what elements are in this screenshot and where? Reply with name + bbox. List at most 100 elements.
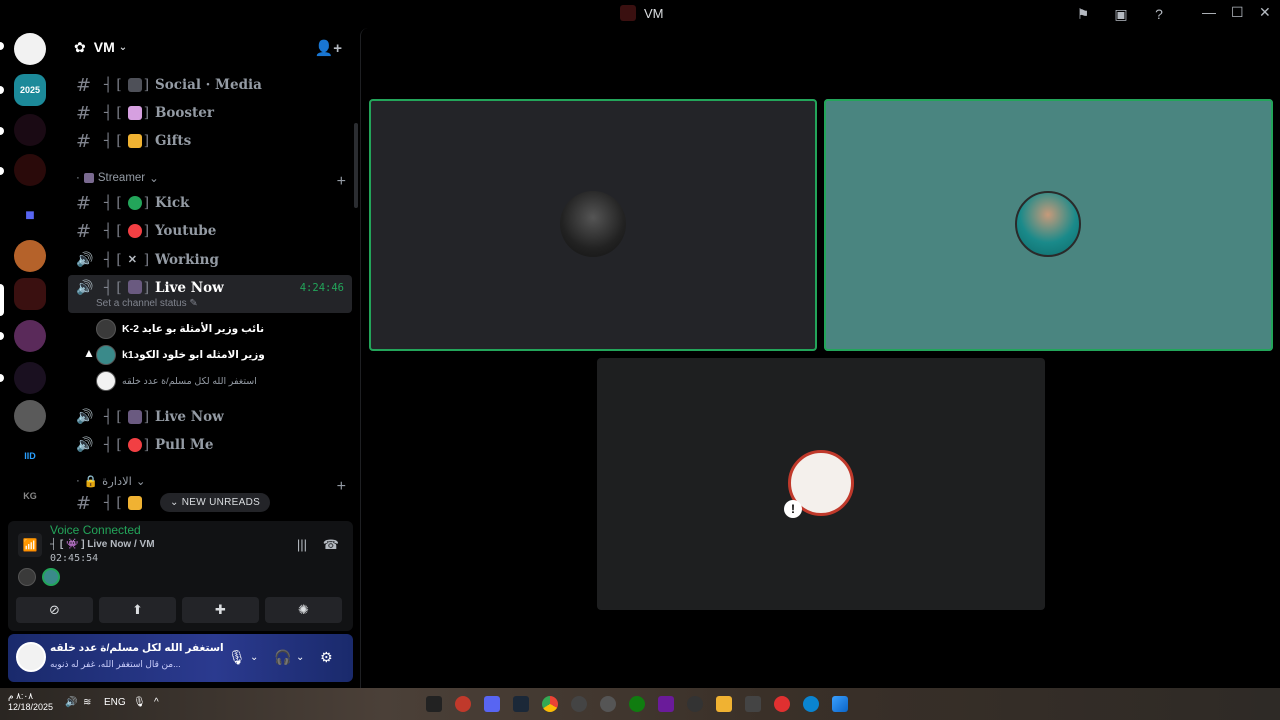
wifi-icon[interactable]: ≋ xyxy=(83,697,91,708)
channel-label: Booster xyxy=(154,105,214,121)
category-streamer[interactable]: · Streamer ⌄ xyxy=(76,171,159,185)
participant-tile[interactable]: ! xyxy=(597,358,1045,610)
minimize-button[interactable]: — xyxy=(1202,4,1216,20)
server-icon-red[interactable] xyxy=(14,154,46,186)
chrome-icon[interactable] xyxy=(542,696,558,712)
clock[interactable]: ٨:٠٨ م 12/18/2025 xyxy=(8,691,53,713)
user-custom-status: من قال استغفر الله، غفر له ذنوبه... xyxy=(50,659,181,669)
channel-pull-me[interactable]: 🔊 ┤ [ ] Pull Me xyxy=(68,432,352,458)
server-icon-blue[interactable]: IID xyxy=(14,440,46,472)
channel-social-media[interactable]: # ┤ [ ] Social · Media xyxy=(68,72,352,98)
edge-icon[interactable] xyxy=(803,696,819,712)
app-icon[interactable] xyxy=(658,696,674,712)
channel-working[interactable]: 🔊 ┤ [ ✕ ] Working xyxy=(68,247,352,273)
avatar[interactable] xyxy=(18,568,36,586)
category-admin[interactable]: · 🔒 الادارة ⌄ xyxy=(76,474,145,488)
server-icon-home[interactable] xyxy=(14,33,46,65)
title-bar: VM ⚑ ▣ ? — ☐ ✕ xyxy=(0,0,1280,28)
channel-decorator: ] xyxy=(143,409,149,425)
clock-time: ٨:٠٨ م xyxy=(8,691,34,701)
server-icon-raw[interactable] xyxy=(14,114,46,146)
epic-games-icon[interactable] xyxy=(426,696,442,712)
create-channel-icon[interactable]: + xyxy=(337,173,346,191)
file-explorer-icon[interactable] xyxy=(716,696,732,712)
soundboard-icon: ✺ xyxy=(298,602,309,617)
camera-off-icon: ⊘ xyxy=(49,602,60,617)
participant-tile[interactable] xyxy=(369,99,817,351)
participant-avatar xyxy=(560,191,626,257)
voice-channel-name[interactable]: ┤ [ 👾 ] Live Now / VM xyxy=(50,539,155,550)
add-member-icon[interactable]: 👤+ xyxy=(315,39,342,57)
disconnect-icon[interactable]: ☎ xyxy=(323,537,339,553)
volume-icon[interactable]: 🔊 xyxy=(65,697,77,708)
voice-user[interactable]: K-2 نائب وزير الأمثلة بو عايد xyxy=(96,318,264,340)
channel-decorator: ┤ [ xyxy=(104,195,122,211)
channel-live-now[interactable]: 🔊 ┤ [ ] Live Now xyxy=(68,404,352,430)
channel-booster[interactable]: # ┤ [ ] Booster xyxy=(68,100,352,126)
channel-kick[interactable]: # ┤ [ ] Kick xyxy=(68,190,352,216)
inbox-icon[interactable]: ▣ xyxy=(1113,6,1129,22)
maximize-button[interactable]: ☐ xyxy=(1231,4,1244,21)
app-icon[interactable] xyxy=(774,696,790,712)
app-logo-icon xyxy=(620,5,636,21)
steam-icon[interactable] xyxy=(513,696,529,712)
chevron-down-icon[interactable]: ⌄ xyxy=(250,652,258,663)
language-indicator[interactable]: ENG xyxy=(104,697,126,708)
soundboard-button[interactable]: ✺ xyxy=(265,597,342,623)
headphones-icon[interactable]: 🎧 xyxy=(274,649,291,666)
flag-icon[interactable]: ⚑ xyxy=(1075,6,1091,22)
camera-off-button[interactable]: ⊘ xyxy=(16,597,93,623)
avatar[interactable] xyxy=(16,642,46,672)
username[interactable]: استغفر الله لكل مسلم/ة عدد خلقه xyxy=(50,642,224,654)
channel-status[interactable]: Set a channel status ✎ xyxy=(96,298,198,309)
scrollbar-thumb[interactable] xyxy=(354,123,358,208)
app-icon[interactable] xyxy=(571,696,587,712)
microphone-icon[interactable]: 🎙 xyxy=(133,697,146,708)
guild-settings-icon: ✿ xyxy=(74,38,86,55)
channel-label: Pull Me xyxy=(154,437,214,453)
server-icon-gray[interactable] xyxy=(14,400,46,432)
settings-icon[interactable] xyxy=(600,696,616,712)
server-icon-vm[interactable] xyxy=(14,278,46,310)
channel-youtube[interactable]: # ┤ [ ] Youtube xyxy=(68,218,352,244)
unread-pill xyxy=(0,167,4,175)
guild-header[interactable]: ✿ VM ⌄ 👤+ xyxy=(60,28,360,66)
new-unreads-button[interactable]: ⌄ NEW UNREADS xyxy=(160,493,271,512)
close-button[interactable]: ✕ xyxy=(1259,4,1271,21)
server-icon-ramh[interactable] xyxy=(14,362,46,394)
search-icon[interactable] xyxy=(687,696,703,712)
channel-live-now-active[interactable]: 🔊 ┤ [ ] Live Now 4:24:46 Set a channel s… xyxy=(68,275,352,313)
server-icon-kg[interactable]: KG xyxy=(14,480,46,512)
settings-gear-icon[interactable]: ⚙ xyxy=(320,649,333,666)
screen-share-button[interactable]: ⬆ xyxy=(99,597,176,623)
channel-decorator: ] xyxy=(143,437,149,453)
avatar[interactable] xyxy=(42,568,60,586)
channel-decorator: ] xyxy=(143,133,149,149)
server-icon-purple[interactable] xyxy=(14,320,46,352)
activities-button[interactable]: ✚ xyxy=(182,597,259,623)
help-icon[interactable]: ? xyxy=(1151,6,1167,22)
clock-date: 12/18/2025 xyxy=(8,702,54,712)
voice-user[interactable]: k1وزير الامثله ابو خلود الكود xyxy=(96,344,265,366)
discord-icon[interactable] xyxy=(484,696,500,712)
channel-label: Youtube xyxy=(154,223,217,239)
server-icon-orange[interactable] xyxy=(14,240,46,272)
app-icon[interactable] xyxy=(745,696,761,712)
lock-icon xyxy=(127,496,142,510)
xbox-icon[interactable] xyxy=(629,696,645,712)
voice-channel-icon: 🔊 xyxy=(76,409,94,425)
windows-start-icon[interactable] xyxy=(832,696,848,712)
app-icon[interactable] xyxy=(455,696,471,712)
participant-tile[interactable] xyxy=(824,99,1273,351)
microphone-icon[interactable]: 🎙 xyxy=(228,649,246,666)
voice-user[interactable]: استغفر الله لكل مسلم/ة عدد خلقه xyxy=(96,370,257,392)
channel-gifts[interactable]: # ┤ [ ] Gifts xyxy=(68,128,352,154)
voice-connected-label[interactable]: Voice Connected xyxy=(50,523,141,537)
folder-icon[interactable]: ■ xyxy=(14,200,46,232)
signal-icon[interactable]: 📶 xyxy=(18,533,42,557)
chevron-down-icon[interactable]: ⌄ xyxy=(296,652,304,663)
noise-suppression-icon[interactable]: ||| xyxy=(297,537,307,552)
server-icon-2025[interactable]: 2025 xyxy=(14,74,46,106)
voice-user-name: K-2 نائب وزير الأمثلة بو عايد xyxy=(122,323,265,335)
chevron-up-icon[interactable]: ^ xyxy=(154,697,159,708)
